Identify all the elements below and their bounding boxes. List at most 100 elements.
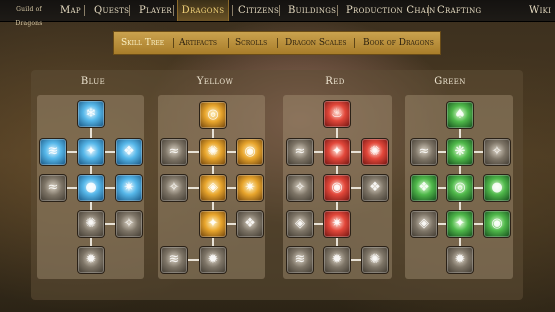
golden-shield-icon: ◈ [208,180,218,195]
smoke-icon: ✧ [294,180,306,195]
skill-node[interactable]: ● [78,175,104,201]
skill-node[interactable]: ❖ [411,175,437,201]
nav-item-crafting[interactable]: Crafting [437,0,481,21]
skill-connector [350,187,362,189]
nav-item-wiki[interactable]: Wiki [529,0,551,21]
skill-node[interactable]: ◈ [411,211,437,237]
skill-node[interactable]: ● [484,175,510,201]
subnav-separator [173,38,174,48]
skill-node[interactable]: ≈ [40,175,66,201]
skill-connector [226,223,237,225]
fire-claw-icon: ✦ [331,144,343,159]
game-logo[interactable]: Guild of Dragons [4,3,54,27]
subnav-artifacts[interactable]: Artifacts [179,32,217,54]
subnav-dragon-scales[interactable]: Dragon Scales [285,32,346,54]
skill-node[interactable]: ❄ [78,101,104,127]
skill-node[interactable]: ✦ [324,139,350,165]
skill-node[interactable]: ◈ [287,211,313,237]
ice-wings-icon: ❖ [123,144,135,159]
skill-node[interactable]: ◎ [447,175,473,201]
skill-node[interactable]: ✧ [484,139,510,165]
skill-node[interactable]: ✹ [78,247,104,273]
nav-item-citizens[interactable]: Citizens [238,0,279,21]
ash-icon: ❖ [369,180,381,195]
skill-node[interactable]: ✺ [362,247,388,273]
skill-node[interactable]: ≋ [161,247,187,273]
skill-node[interactable]: ◈ [200,175,226,201]
skill-node[interactable]: ◉ [237,139,263,165]
eruption-icon: ✹ [331,252,343,267]
skill-connector [187,187,200,189]
skill-node[interactable]: ◎ [200,102,226,128]
ember-slash-icon: ≈ [294,144,306,159]
skill-connector [66,151,78,153]
subnav-separator [354,38,355,48]
subnav-book-of-dragons[interactable]: Book of Dragons [363,32,434,54]
skill-node[interactable]: ✦ [200,211,226,237]
nav-item-map[interactable]: Map [60,0,81,21]
nav-item-buildings[interactable]: Buildings [288,0,336,21]
bark-skin-icon: ◈ [419,216,429,231]
skill-node[interactable]: ≈ [411,139,437,165]
nav-item-production-chain[interactable]: Production Chain [346,0,436,21]
skill-connector [187,151,200,153]
skill-node[interactable]: ✹ [200,247,226,273]
skill-node[interactable]: ✧ [161,175,187,201]
skill-node[interactable]: ✺ [200,139,226,165]
skill-connector [473,223,484,225]
skill-node[interactable]: ❖ [116,139,142,165]
skill-node[interactable]: ✺ [362,139,388,165]
skill-node[interactable]: ✷ [116,175,142,201]
tornado-icon: ✹ [85,252,97,267]
cinder-icon: ✺ [369,252,381,267]
nav-separator [279,5,280,16]
stone-fist-icon: ◈ [295,216,305,231]
skill-node[interactable]: ◉ [324,175,350,201]
spore-orb-icon: ● [491,180,503,195]
skill-node[interactable]: ≈ [161,139,187,165]
skill-node[interactable]: ✧ [116,211,142,237]
column-title-yellow: Yellow [196,76,234,87]
skill-connector [350,151,362,153]
skill-connector [212,128,214,139]
skill-node[interactable]: ✷ [324,211,350,237]
dragons-subnav: Skill Tree Artifacts Scrolls Dragon Scal… [113,31,441,55]
skill-node[interactable]: ❖ [362,175,388,201]
skill-connector [90,200,92,211]
skill-node[interactable]: ✦ [78,139,104,165]
vortex-icon: ◎ [454,180,466,195]
vine-whip-icon: ✦ [454,216,466,231]
skill-node[interactable]: ✧ [287,175,313,201]
skill-node[interactable]: ❋ [447,139,473,165]
skill-connector [226,151,237,153]
nav-separator [84,5,85,16]
skill-node[interactable]: ≈ [287,139,313,165]
nav-item-quests[interactable]: Quests [94,0,129,21]
skill-node[interactable]: ✦ [447,211,473,237]
nav-item-dragons[interactable]: Dragons [177,0,229,21]
ground-burst-icon: ✺ [85,216,97,231]
skill-node[interactable]: ♨ [324,101,350,127]
skill-connector [66,187,78,189]
skill-node[interactable]: ♠ [447,102,473,128]
subnav-skill-tree[interactable]: Skill Tree [121,32,164,54]
skill-node[interactable]: ✺ [78,211,104,237]
skill-connector [336,236,338,247]
skill-connector [226,187,237,189]
subnav-scrolls[interactable]: Scrolls [235,32,267,54]
root-strike-icon: ✹ [454,252,466,267]
skill-connector [336,164,338,175]
skill-node[interactable]: ◉ [484,211,510,237]
skill-connector [212,200,214,211]
skill-connector [473,151,484,153]
skill-node[interactable]: ≋ [40,139,66,165]
skill-connector [313,223,324,225]
skill-node[interactable]: ✹ [324,247,350,273]
skill-node[interactable]: ≋ [287,247,313,273]
skill-connector [459,200,461,211]
skill-node[interactable]: ✹ [447,247,473,273]
skill-node[interactable]: ✷ [237,175,263,201]
inferno-icon: ◉ [331,180,343,195]
skill-node[interactable]: ❖ [237,211,263,237]
nav-item-player[interactable]: Player [139,0,172,21]
